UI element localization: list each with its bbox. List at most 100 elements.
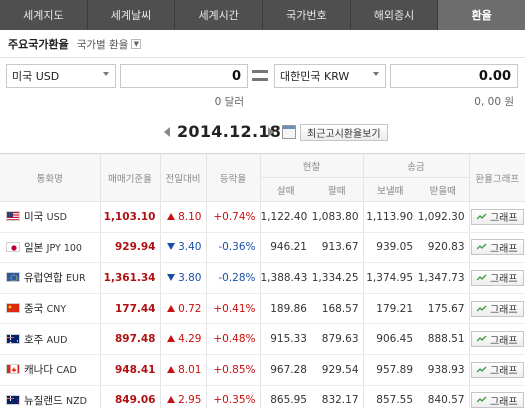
change-rate-cell: +0.41%: [205, 293, 260, 325]
currency-cell[interactable]: 캐나다 CAD: [0, 354, 100, 386]
au-flag-icon: [6, 333, 20, 344]
cash-buy-cell: 967.28: [259, 354, 311, 386]
graph-button[interactable]: 그래프: [470, 300, 524, 317]
up-arrow-icon: [167, 396, 176, 404]
currency-name: 유럽연합: [24, 272, 63, 285]
table-row: 일본 JPY 100 929.94 3.40 -0.36% 946.21 913.67 93…: [0, 232, 525, 264]
send-cell: 179.21: [362, 293, 418, 325]
receive-cell: 938.93: [417, 354, 470, 386]
header-cash: 현찰: [259, 153, 364, 178]
view-selector[interactable]: 국가별 환율 ▼: [77, 37, 142, 52]
graph-button[interactable]: 그래프: [470, 361, 524, 378]
change-rate-cell: +0.48%: [205, 323, 260, 355]
us-flag-icon: [6, 211, 20, 222]
graph-button[interactable]: 그래프: [470, 208, 524, 225]
change-cell: 8.10: [159, 201, 206, 233]
date-navigation: 2014.12.18 최근고시환율보기: [0, 122, 525, 144]
currency-code: AUD: [46, 334, 68, 346]
cash-buy-cell: 946.21: [259, 232, 311, 264]
subheader: 주요국가환율 국가별 환율 ▼: [8, 36, 142, 52]
line-chart-icon: [476, 213, 487, 220]
tab-world-map[interactable]: 세계지도: [0, 0, 88, 30]
prev-date-icon[interactable]: [164, 127, 170, 137]
currency-code: USD: [46, 212, 67, 224]
header-cash-buy: 살때: [259, 177, 311, 202]
graph-button-label: 그래프: [489, 366, 518, 378]
currency-cell[interactable]: 미국 USD: [0, 201, 100, 233]
chevron-down-icon: [373, 72, 379, 76]
receive-cell: 888.51: [417, 323, 470, 355]
line-chart-icon: [476, 243, 487, 250]
graph-cell: 그래프: [468, 232, 525, 264]
currency-cell[interactable]: 뉴질랜드 NZD: [0, 385, 100, 408]
to-currency-select[interactable]: 대한민국 KRW: [274, 64, 386, 88]
send-cell: 1,113.90: [362, 201, 418, 233]
cash-sell-cell: 1,083.80: [311, 201, 364, 233]
table-row: 미국 USD 1,103.10 8.10 +0.74% 1,122.40 1,083.80…: [0, 201, 525, 233]
header-base-rate: 매매기준율: [99, 153, 160, 202]
receive-cell: 1,347.73: [417, 262, 470, 294]
change-value: 4.29: [178, 333, 202, 346]
line-chart-icon: [476, 305, 487, 312]
receive-cell: 175.67: [417, 293, 470, 325]
line-chart-icon: [476, 396, 487, 403]
change-rate-cell: +0.85%: [205, 354, 260, 386]
graph-button[interactable]: 그래프: [470, 269, 524, 286]
change-rate-cell: -0.28%: [205, 262, 260, 294]
exchange-rate-table: 통화명 매매기준율 전일대비 등락율 현찰 송금 환율그래프 살때 팔때 보낼때…: [0, 153, 525, 408]
up-arrow-icon: [167, 304, 176, 312]
tab-exchange-rate[interactable]: 환율: [438, 0, 525, 30]
equals-icon: [252, 66, 268, 86]
line-chart-icon: [476, 274, 487, 281]
next-date-icon[interactable]: [268, 127, 274, 137]
send-cell: 1,374.95: [362, 262, 418, 294]
graph-button[interactable]: 그래프: [470, 239, 524, 256]
tab-world-time[interactable]: 세계시간: [175, 0, 264, 30]
calendar-icon[interactable]: [282, 125, 296, 139]
currency-cell[interactable]: 중국 CNY: [0, 293, 100, 325]
currency-name: 뉴질랜드: [24, 394, 63, 407]
graph-button-label: 그래프: [489, 213, 518, 225]
to-amount-input[interactable]: 0.00: [390, 64, 518, 88]
currency-cell[interactable]: 호주 AUD: [0, 323, 100, 355]
graph-button[interactable]: 그래프: [470, 331, 524, 348]
up-arrow-icon: [167, 335, 176, 343]
up-arrow-icon: [167, 365, 176, 373]
currency-cell[interactable]: 일본 JPY 100: [0, 232, 100, 264]
from-currency-select[interactable]: 미국 USD: [6, 64, 116, 88]
recent-rates-button[interactable]: 최근고시환율보기: [300, 124, 388, 141]
graph-cell: 그래프: [468, 293, 525, 325]
up-arrow-icon: [167, 212, 176, 220]
receive-cell: 840.57: [417, 385, 470, 408]
tab-world-weather[interactable]: 세계날씨: [88, 0, 176, 30]
jp-flag-icon: [6, 241, 20, 252]
change-value: 8.01: [178, 363, 202, 376]
currency-code: CNY: [46, 304, 67, 316]
send-cell: 957.89: [362, 354, 418, 386]
base-rate-cell: 177.44: [99, 293, 160, 325]
to-amount-text: 0, 00 원: [474, 96, 514, 108]
cash-buy-cell: 915.33: [259, 323, 311, 355]
header-graph: 환율그래프: [468, 153, 525, 202]
graph-cell: 그래프: [468, 354, 525, 386]
base-rate-cell: 897.48: [99, 323, 160, 355]
chevron-down-icon: ▼: [131, 39, 142, 49]
graph-cell: 그래프: [468, 385, 525, 408]
tab-overseas-stocks[interactable]: 해외증시: [351, 0, 439, 30]
change-cell: 3.80: [159, 262, 206, 294]
header-send: 보낼때: [362, 177, 418, 202]
nz-flag-icon: [6, 394, 20, 405]
tab-country-code[interactable]: 국가번호: [263, 0, 351, 30]
cash-buy-cell: 1,122.40: [259, 201, 311, 233]
graph-button[interactable]: 그래프: [470, 392, 524, 408]
divider: [0, 57, 525, 58]
base-rate-cell: 948.41: [99, 354, 160, 386]
currency-cell[interactable]: 유럽연합 EUR: [0, 262, 100, 294]
table-row: 유럽연합 EUR 1,361.34 3.80 -0.28% 1,388.43 1,334.…: [0, 262, 525, 294]
cash-sell-cell: 168.57: [311, 293, 364, 325]
cash-sell-cell: 1,334.25: [311, 262, 364, 294]
change-rate-cell: -0.36%: [205, 232, 260, 264]
from-amount-input[interactable]: 0: [120, 64, 248, 88]
header-change: 전일대비: [159, 153, 206, 202]
ca-flag-icon: [6, 364, 20, 375]
